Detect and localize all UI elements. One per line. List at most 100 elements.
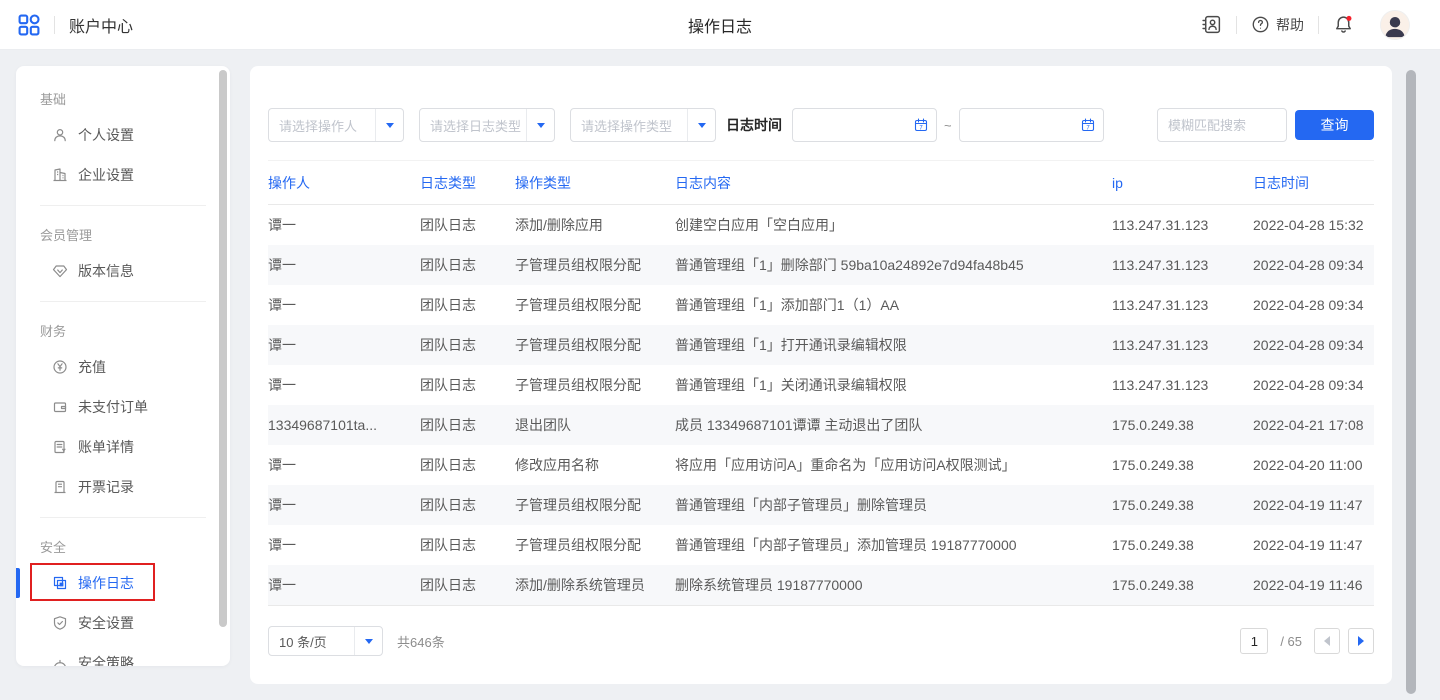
page-size-select[interactable]: 10 条/页 [268,626,383,656]
table-row: 谭一 团队日志 子管理员组权限分配 普通管理组「1」删除部门 59ba10a24… [268,245,1374,285]
page-size-value: 10 条/页 [269,632,327,651]
operation-type-select[interactable]: 请选择操作类型 [570,108,716,142]
user-avatar[interactable] [1380,10,1410,40]
sidebar-item-label: 充值 [78,357,106,377]
coin-icon [52,359,68,375]
page-number-input[interactable] [1240,628,1268,654]
sidebar-item-recharge[interactable]: 充值 [16,347,230,387]
pager: / 65 [1240,628,1374,654]
cell-log-content: 普通管理组「内部子管理员」删除管理员 [675,495,1112,515]
table-row: 谭一 团队日志 添加/删除系统管理员 删除系统管理员 19187770000 1… [268,565,1374,605]
policy-icon [52,655,68,666]
notification-bell-icon[interactable] [1333,14,1354,35]
sidebar-item-label: 开票记录 [78,477,134,497]
page-scrollbar[interactable] [1406,70,1416,694]
cell-log-type: 团队日志 [420,535,515,555]
cell-operator: 13349687101ta... [268,417,420,433]
search-input[interactable] [1157,108,1287,142]
sidebar-item-security-policy[interactable]: 安全策略 [16,643,230,666]
cell-operator: 谭一 [268,255,420,275]
log-table: 操作人 日志类型 操作类型 日志内容 ip 日志时间 谭一 团队日志 添加/删除… [268,160,1374,606]
range-separator: ~ [944,118,952,133]
cell-ip: 175.0.249.38 [1112,457,1253,473]
total-count: 共646条 [397,632,445,651]
cell-log-content: 普通管理组「内部子管理员」添加管理员 19187770000 [675,535,1112,555]
operator-select-placeholder: 请选择操作人 [269,116,357,135]
log-type-select[interactable]: 请选择日志类型 [419,108,555,142]
cell-operator: 谭一 [268,455,420,475]
sidebar-scrollbar[interactable] [219,70,227,627]
column-header-log-type: 日志类型 [420,173,515,193]
operator-select[interactable]: 请选择操作人 [268,108,404,142]
header-actions: 帮助 [1201,10,1410,40]
sidebar-item-bill-details[interactable]: 账单详情 [16,427,230,467]
sidebar-item-personal-settings[interactable]: 个人设置 [16,115,230,155]
calendar-icon: 7 [1080,117,1096,133]
sidebar-item-unpaid-orders[interactable]: 未支付订单 [16,387,230,427]
cell-log-time: 2022-04-21 17:08 [1253,417,1374,433]
cell-log-time: 2022-04-28 09:34 [1253,377,1374,393]
sidebar: 基础 个人设置 企业设置 会员管理 [16,66,230,666]
header-divider [54,16,55,34]
filter-bar: 请选择操作人 请选择日志类型 请选择操作类型 日志时间 7 ~ 7 查询 [268,108,1374,142]
sidebar-item-enterprise-settings[interactable]: 企业设置 [16,155,230,195]
sidebar-item-label: 未支付订单 [78,397,148,417]
cell-log-time: 2022-04-19 11:46 [1253,577,1374,593]
cell-operator: 谭一 [268,295,420,315]
sidebar-item-operation-logs[interactable]: 操作日志 [16,563,230,603]
sidebar-item-label: 账单详情 [78,437,134,457]
sidebar-divider [40,517,206,518]
cell-ip: 175.0.249.38 [1112,497,1253,513]
start-date-input[interactable]: 7 [792,108,937,142]
cell-ip: 113.247.31.123 [1112,217,1253,233]
cell-operator: 谭一 [268,215,420,235]
table-row: 谭一 团队日志 子管理员组权限分配 普通管理组「1」关闭通讯录编辑权限 113.… [268,365,1374,405]
cell-operation-type: 子管理员组权限分配 [515,495,675,515]
sidebar-item-version-info[interactable]: 版本信息 [16,251,230,291]
log-type-select-placeholder: 请选择日志类型 [420,116,521,135]
cell-operation-type: 添加/删除系统管理员 [515,575,675,595]
header-divider [1236,16,1237,34]
column-header-log-time: 日志时间 [1253,173,1374,193]
next-page-button[interactable] [1348,628,1374,654]
table-row: 谭一 团队日志 子管理员组权限分配 普通管理组「1」添加部门1（1）AA 113… [268,285,1374,325]
contact-book-icon[interactable] [1201,14,1222,35]
cell-log-type: 团队日志 [420,335,515,355]
sidebar-section-security: 安全 [16,539,230,557]
cell-ip: 175.0.249.38 [1112,577,1253,593]
app-title: 账户中心 [69,13,133,37]
question-circle-icon [1251,15,1270,34]
cell-log-time: 2022-04-28 09:34 [1253,257,1374,273]
content-panel: 请选择操作人 请选择日志类型 请选择操作类型 日志时间 7 ~ 7 查询 [250,66,1392,684]
end-date-input[interactable]: 7 [959,108,1104,142]
page-title: 操作日志 [688,13,752,37]
prev-page-button[interactable] [1314,628,1340,654]
chevron-down-icon [375,109,403,141]
active-indicator [16,568,20,598]
cell-log-content: 普通管理组「1」添加部门1（1）AA [675,295,1112,315]
user-icon [52,127,68,143]
column-header-operator: 操作人 [268,173,420,193]
cell-log-time: 2022-04-19 11:47 [1253,497,1374,513]
column-header-ip: ip [1112,175,1253,191]
sidebar-item-invoice-records[interactable]: 开票记录 [16,467,230,507]
cell-ip: 113.247.31.123 [1112,297,1253,313]
notification-badge [1346,16,1351,21]
query-button[interactable]: 查询 [1295,110,1374,140]
calendar-icon: 7 [913,117,929,133]
table-row: 13349687101ta... 团队日志 退出团队 成员 1334968710… [268,405,1374,445]
column-header-log-content: 日志内容 [675,173,1112,193]
help-label: 帮助 [1276,15,1304,35]
log-time-label: 日志时间 [726,115,782,135]
wallet-icon [52,399,68,415]
cell-log-content: 删除系统管理员 19187770000 [675,575,1112,595]
cell-log-type: 团队日志 [420,295,515,315]
sidebar-section-membership: 会员管理 [16,227,230,245]
sidebar-item-security-settings[interactable]: 安全设置 [16,603,230,643]
gem-icon [52,263,68,279]
column-header-operation-type: 操作类型 [515,173,675,193]
app-grid-icon[interactable] [18,14,40,36]
table-body: 谭一 团队日志 添加/删除应用 创建空白应用「空白应用」 113.247.31.… [268,205,1374,606]
help-button[interactable]: 帮助 [1251,15,1304,35]
table-footer: 10 条/页 共646条 / 65 [268,626,1374,656]
